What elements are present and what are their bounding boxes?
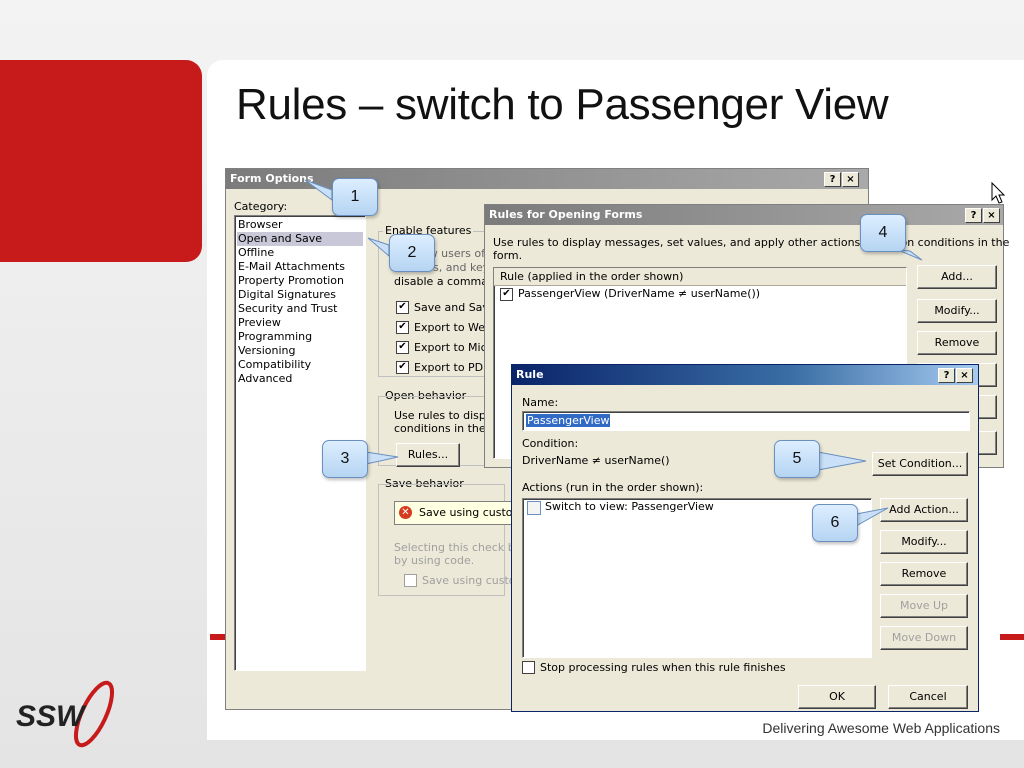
callout-5: 5	[774, 440, 820, 478]
footer-tagline: Delivering Awesome Web Applications	[762, 720, 1000, 736]
callout-2: 2	[389, 234, 435, 272]
callout-pointers	[304, 179, 923, 527]
callout-4: 4	[860, 214, 906, 252]
ssw-logo: SSW	[16, 680, 115, 748]
callout-6: 6	[812, 504, 858, 542]
svg-text:SSW: SSW	[16, 700, 87, 733]
callout-3: 3	[322, 440, 368, 478]
callout-1: 1	[332, 178, 378, 216]
